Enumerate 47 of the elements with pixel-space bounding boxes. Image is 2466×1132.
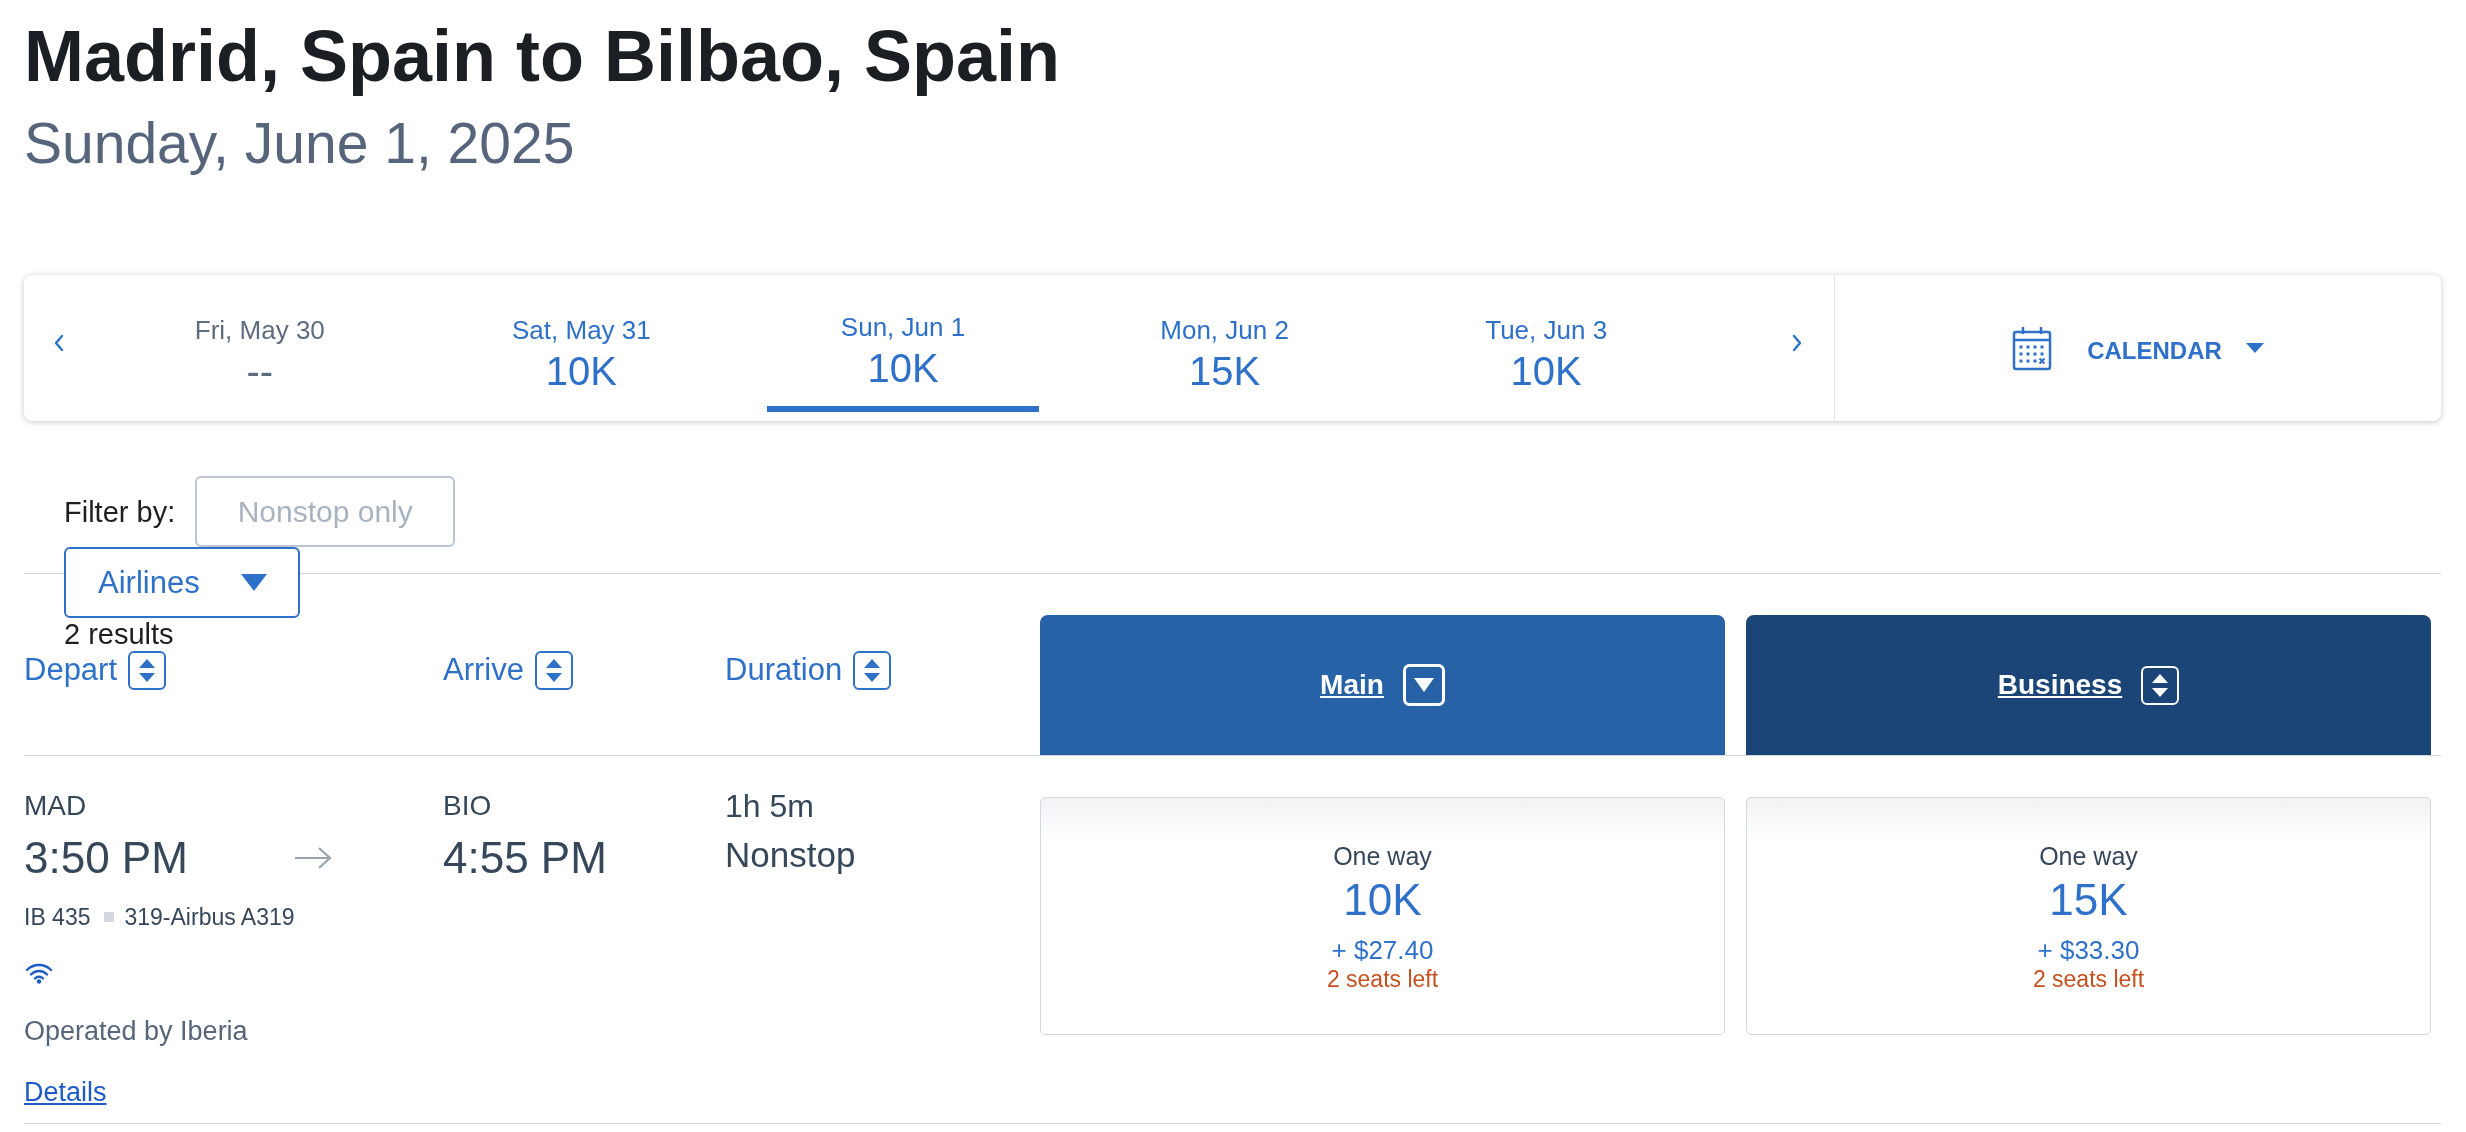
sort-column-button[interactable]: Duration <box>725 650 892 690</box>
sort-column-button[interactable]: Depart <box>24 650 167 690</box>
filter-label: Filter by: <box>64 495 176 528</box>
sort-arrows-icon <box>534 650 573 690</box>
chevron-left-icon[interactable] <box>53 334 65 352</box>
calendar-icon <box>2012 325 2053 371</box>
cabin-sort-button[interactable]: Business <box>1746 615 2431 755</box>
date-tab[interactable]: Sat, May 31 10K <box>445 312 718 412</box>
flight-duration: 1h 5m <box>725 788 814 824</box>
calendar-button[interactable]: CALENDAR <box>2012 325 2264 371</box>
page-title: Madrid, Spain to Bilbao, Spain <box>24 16 1061 96</box>
sort-arrows-icon <box>2141 665 2180 705</box>
operator-text: Operated by Iberia <box>24 1015 248 1047</box>
airport-code: BIO <box>443 790 492 822</box>
sort-arrows-icon <box>128 650 167 690</box>
right-arrow-icon <box>294 846 332 870</box>
date-tab[interactable]: Tue, Jun 3 10K <box>1410 312 1683 412</box>
airlines-dropdown[interactable]: Airlines <box>64 547 300 618</box>
flight-number: IB 435 <box>24 903 91 931</box>
taxes-fees: + $33.30 <box>2037 935 2140 965</box>
taxes-fees: + $27.40 <box>1331 935 1434 965</box>
caret-down-icon <box>2245 343 2264 353</box>
sort-column-button[interactable]: Arrive <box>443 650 573 690</box>
chevron-right-icon[interactable] <box>1791 334 1803 352</box>
square-separator-icon <box>103 912 114 922</box>
seats-left-text: 2 seats left <box>2032 965 2145 993</box>
sort-down-icon <box>1402 664 1445 706</box>
miles-price: 15K <box>2049 875 2128 925</box>
cabin-sort-button[interactable]: Main <box>1040 615 1725 755</box>
departure-time: 3:50 PM <box>24 833 188 883</box>
page-subtitle: Sunday, June 1, 2025 <box>24 110 575 176</box>
details-link[interactable]: Details <box>24 1076 107 1108</box>
fare-type: One way <box>1333 841 1432 871</box>
date-tab[interactable]: Mon, Jun 2 15K <box>1088 312 1361 412</box>
sort-arrows-icon <box>853 650 892 690</box>
result-count: 2 results <box>64 618 174 650</box>
seats-left-text: 2 seats left <box>1326 965 1439 993</box>
airport-code: MAD <box>24 790 87 822</box>
fare-card[interactable]: One way 15K + $33.30 2 seats left <box>1746 797 2431 1035</box>
arrival-time: 4:55 PM <box>443 833 607 883</box>
fare-card[interactable]: One way 10K + $27.40 2 seats left <box>1040 797 1725 1035</box>
date-tab[interactable]: Sun, Jun 1 10K <box>767 312 1039 412</box>
miles-price: 10K <box>1343 875 1422 925</box>
stops-text: Nonstop <box>725 835 856 875</box>
aircraft-type: 319-Airbus A319 <box>124 903 295 931</box>
fare-type: One way <box>2039 841 2138 871</box>
caret-down-icon <box>241 574 267 591</box>
